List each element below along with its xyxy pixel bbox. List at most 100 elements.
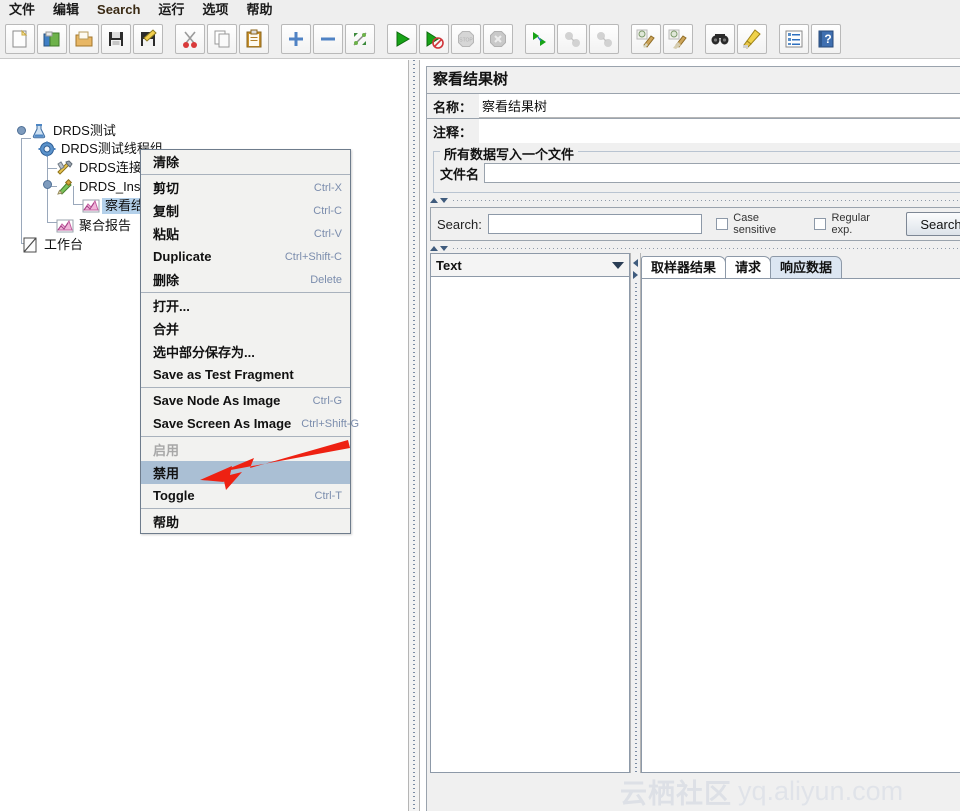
filename-input[interactable] — [484, 163, 960, 183]
collapse-strip-1[interactable] — [429, 196, 960, 205]
collapse-down-icon[interactable] — [440, 198, 448, 203]
remote-stop-all-icon[interactable] — [557, 24, 587, 54]
regular-exp-checkbox[interactable] — [814, 218, 827, 230]
renderer-combo[interactable]: Text — [430, 253, 630, 277]
tree-context-menu: 清除 剪切 Ctrl-X 复制 Ctrl-C 粘贴 Ctrl-V Duplica… — [140, 149, 359, 534]
cut-icon[interactable] — [175, 24, 205, 54]
comment-input[interactable] — [479, 119, 960, 143]
menu-item-disable[interactable]: 禁用 — [141, 461, 350, 484]
toggle-icon[interactable] — [345, 24, 375, 54]
menu-item-clear[interactable]: 清除 — [141, 150, 350, 173]
filename-row: 文件名 — [440, 162, 960, 184]
tree-node-test-plan[interactable]: DRDS测试 — [30, 122, 119, 140]
menu-item-label: 禁用 — [153, 466, 180, 481]
search-bar: Search: Case sensitive Regular exp. Sear… — [430, 207, 960, 241]
collapse-down-icon[interactable] — [440, 246, 448, 251]
tree-expand-handle[interactable] — [43, 180, 52, 189]
clear-icon[interactable] — [631, 24, 661, 54]
paste-icon[interactable] — [239, 24, 269, 54]
save-as-icon[interactable] — [133, 24, 163, 54]
menu-item-label: Toggle — [153, 488, 195, 503]
tree-expand-handle[interactable] — [17, 126, 26, 135]
case-sensitive-checkbox[interactable] — [716, 218, 729, 230]
workbench-icon — [21, 237, 39, 253]
function-helper-icon[interactable] — [779, 24, 809, 54]
collapse-strip-2[interactable] — [429, 244, 960, 253]
divider-grip — [413, 60, 415, 811]
clear-all-icon[interactable] — [663, 24, 693, 54]
menu-item-save-node-as-image[interactable]: Save Node As Image Ctrl-G — [141, 389, 350, 412]
menu-item-duplicate[interactable]: Duplicate Ctrl+Shift-C — [141, 245, 350, 268]
name-field-row: 名称： — [427, 93, 960, 118]
start-no-pauses-icon[interactable] — [419, 24, 449, 54]
results-left-column: Text — [430, 253, 630, 773]
menu-file[interactable]: 文件 — [0, 0, 44, 20]
collapse-up-icon[interactable] — [430, 246, 438, 251]
results-area: Text 取样器结果 请求 响应数据 — [430, 253, 960, 773]
menu-item-label: Save Screen As Image — [153, 416, 292, 431]
menu-item-merge[interactable]: 合并 — [141, 317, 350, 340]
save-icon[interactable] — [101, 24, 131, 54]
new-icon[interactable] — [5, 24, 35, 54]
regular-exp-label: Regular exp. — [831, 212, 870, 236]
jdbc-request-icon — [56, 178, 74, 195]
search-button[interactable]: Search — [906, 212, 960, 236]
name-input[interactable] — [479, 94, 960, 118]
tab-sampler-result[interactable]: 取样器结果 — [641, 256, 727, 278]
start-icon[interactable] — [387, 24, 417, 54]
menu-item-label: 清除 — [153, 155, 180, 170]
search-reset-icon[interactable] — [737, 24, 767, 54]
split-right-arrow-icon[interactable] — [633, 271, 638, 279]
expand-all-icon[interactable] — [281, 24, 311, 54]
chevron-down-icon[interactable] — [607, 261, 629, 269]
menu-item-delete[interactable]: 删除 Delete — [141, 268, 350, 291]
menu-edit[interactable]: 编辑 — [44, 0, 88, 20]
remote-shutdown-all-icon[interactable] — [589, 24, 619, 54]
menu-item-copy[interactable]: 复制 Ctrl-C — [141, 199, 350, 222]
search-icon[interactable] — [705, 24, 735, 54]
copy-icon[interactable] — [207, 24, 237, 54]
menu-search[interactable]: Search — [88, 0, 149, 20]
menu-options[interactable]: 选项 — [193, 0, 237, 20]
menu-help[interactable]: 帮助 — [237, 0, 281, 20]
open-icon[interactable] — [69, 24, 99, 54]
svg-text:STOP: STOP — [459, 38, 473, 44]
tab-request[interactable]: 请求 — [725, 256, 772, 278]
inner-split-divider[interactable] — [630, 253, 641, 773]
menu-item-open[interactable]: 打开... — [141, 294, 350, 317]
menu-item-toggle[interactable]: Toggle Ctrl-T — [141, 484, 350, 507]
menu-run[interactable]: 运行 — [149, 0, 193, 20]
menu-item-help[interactable]: 帮助 — [141, 510, 350, 533]
tree-node-workbench[interactable]: 工作台 — [21, 236, 86, 254]
menu-item-paste[interactable]: 粘贴 Ctrl-V — [141, 222, 350, 245]
tab-response-data[interactable]: 响应数据 — [770, 256, 843, 278]
filename-label: 文件名 — [440, 166, 480, 182]
menu-item-save-selection-as[interactable]: 选中部分保存为... — [141, 340, 350, 363]
toolbar-separator-3 — [376, 24, 386, 54]
split-left-arrow-icon[interactable] — [633, 259, 638, 267]
tab-content-panel[interactable] — [641, 278, 960, 773]
case-sensitive-label: Case sensitive — [733, 212, 777, 236]
split-divider[interactable] — [408, 60, 420, 811]
collapse-all-icon[interactable] — [313, 24, 343, 54]
templates-icon[interactable] — [37, 24, 67, 54]
collapse-up-icon[interactable] — [430, 198, 438, 203]
tree-node-label: 工作台 — [44, 237, 84, 252]
stop-icon[interactable]: STOP — [451, 24, 481, 54]
tree-node-aggregate-report[interactable]: 聚合报告 — [56, 217, 134, 235]
result-tabs: 取样器结果 请求 响应数据 — [641, 253, 960, 278]
menu-item-label: 打开... — [153, 299, 190, 314]
menu-item-accelerator: Ctrl-C — [313, 204, 342, 217]
results-list[interactable] — [430, 277, 630, 773]
menu-item-cut[interactable]: 剪切 Ctrl-X — [141, 176, 350, 199]
menu-item-save-as-test-fragment[interactable]: Save as Test Fragment — [141, 363, 350, 386]
toolbar-separator-7 — [768, 24, 778, 54]
menu-item-save-screen-as-image[interactable]: Save Screen As Image Ctrl+Shift-G — [141, 412, 359, 435]
comment-field-row: 注释： — [427, 118, 960, 143]
listener-icon — [82, 198, 100, 214]
help-icon[interactable]: ? — [811, 24, 841, 54]
menu-item-enable: 启用 — [141, 438, 350, 461]
search-input[interactable] — [487, 214, 703, 234]
shutdown-icon[interactable] — [483, 24, 513, 54]
remote-start-all-icon[interactable] — [525, 24, 555, 54]
